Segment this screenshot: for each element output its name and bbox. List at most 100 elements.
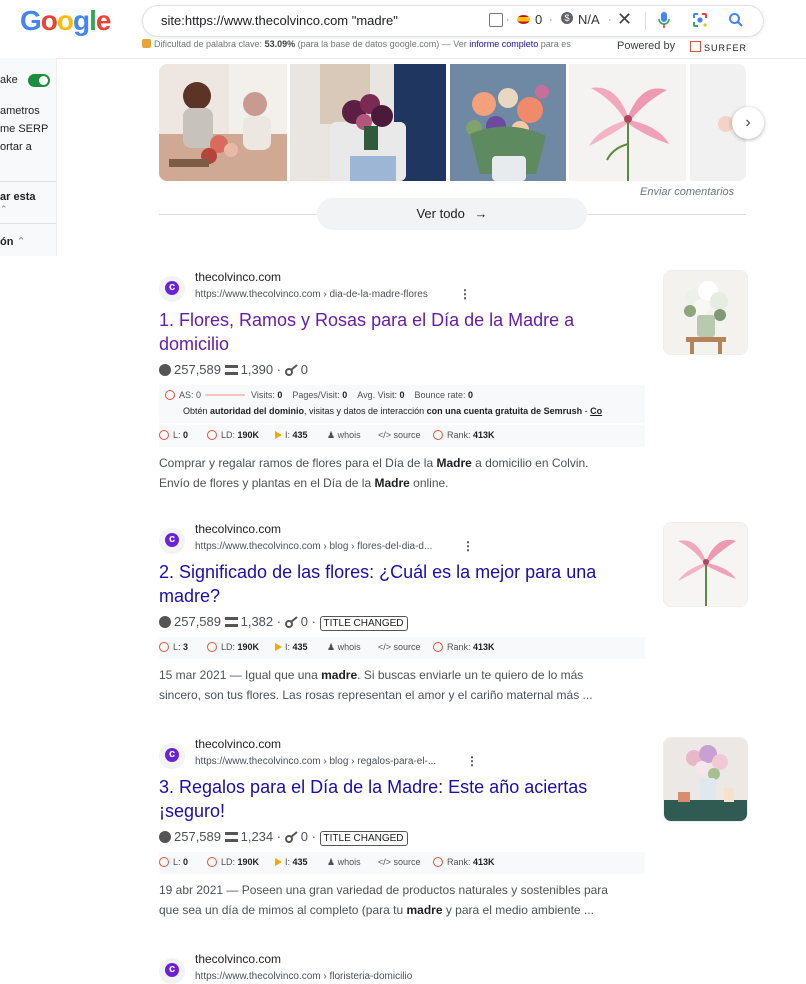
see-all-button[interactable]: Ver todo → <box>317 198 587 230</box>
separator: · <box>549 14 553 26</box>
favicon[interactable] <box>159 958 185 984</box>
snippet-bold: Madre <box>374 476 410 490</box>
panel-line: me SERP <box>0 123 49 135</box>
chevron-up-icon[interactable]: ⌃ <box>0 204 8 215</box>
traffic-icon <box>159 616 171 628</box>
favicon[interactable] <box>159 528 185 554</box>
result-thumbnail[interactable] <box>663 270 748 355</box>
toggle-switch[interactable] <box>28 74 50 87</box>
metric-label: I: <box>285 857 293 867</box>
source-link[interactable]: </> source <box>378 430 421 440</box>
result-thumbnail[interactable] <box>663 522 748 607</box>
metric-value: 435 <box>292 857 308 867</box>
image-thumb-pink-lily[interactable] <box>569 64 686 181</box>
panel-item[interactable]: ón ⌃ <box>0 235 26 248</box>
semrush-signup-link[interactable]: Co <box>590 406 602 416</box>
metric-value: 190K <box>237 430 260 440</box>
rank-metric: Rank: 413K <box>433 642 495 652</box>
whois-link[interactable]: ♟ whois <box>327 857 361 868</box>
result-metrics: 257,589 1,234 · 0 · TITLE CHANGED <box>159 829 408 846</box>
moz-metrics-row: L: 0 LD: 190K I: 435 ♟ whois </> source Rank:… <box>159 425 645 447</box>
result-snippet: 15 mar 2021 — Igual que una madre. Si bu… <box>159 665 639 705</box>
circle-icon <box>207 642 217 652</box>
whois-link[interactable]: ♟ whois <box>327 642 361 653</box>
separator: · <box>608 14 612 26</box>
see-all-label: Ver todo <box>416 206 465 221</box>
panel-item[interactable]: ar esta <box>0 191 35 203</box>
separator: · <box>273 362 285 377</box>
metric-value: 0 <box>468 390 474 400</box>
title-line: ¡seguro! <box>159 801 226 821</box>
result-site-name[interactable]: thecolvinco.com <box>195 270 281 284</box>
source-label: source <box>393 857 421 867</box>
kd-value: 53.09% <box>264 39 296 49</box>
result-url[interactable]: https://www.thecolvinco.com › blog › reg… <box>195 756 436 767</box>
metric-value: 0 <box>399 390 405 400</box>
snippet-text: . Si buscas enviarle un te quiero de lo … <box>357 668 584 682</box>
search-result: thecolvinco.com https://www.thecolvinco.c… <box>159 522 649 722</box>
divider <box>0 223 56 224</box>
left-side-panel: ake ametros me SERP ortar a ar esta ⌃ ón… <box>0 58 57 256</box>
google-logo[interactable]: Google <box>20 5 111 37</box>
checkbox[interactable] <box>489 13 503 27</box>
result-site-name[interactable]: thecolvinco.com <box>195 952 281 966</box>
key-icon <box>284 616 298 628</box>
search-icon[interactable] <box>727 11 745 34</box>
more-options-icon[interactable]: ⋮ <box>459 287 471 301</box>
result-site-name[interactable]: thecolvinco.com <box>195 737 281 751</box>
separator: · <box>307 829 320 844</box>
word-count-icon <box>224 365 238 375</box>
result-url[interactable]: https://www.thecolvinco.com › blog › flo… <box>195 541 432 552</box>
result-title-link[interactable]: 1. Flores, Ramos y Rosas para el Día de … <box>159 308 629 356</box>
surfer-brand[interactable]: SURFER <box>690 41 747 53</box>
result-title-link[interactable]: 2. Significado de las flores: ¿Cuál es l… <box>159 560 629 608</box>
search-input[interactable]: site:https://www.thecolvinco.com "madre" <box>161 13 398 28</box>
source-link[interactable]: </> source <box>378 642 421 652</box>
favicon[interactable] <box>159 743 185 769</box>
search-box[interactable]: site:https://www.thecolvinco.com "madre"… <box>142 5 764 37</box>
metric-value: 413K <box>473 642 495 652</box>
code-icon: </> <box>378 430 394 440</box>
index-metric: I: 435 <box>275 857 308 867</box>
source-link[interactable]: </> source <box>378 857 421 867</box>
snippet-text: que sea un día de mimos al completo (par… <box>159 903 407 917</box>
whois-link[interactable]: ♟ whois <box>327 430 361 441</box>
divider <box>645 12 646 30</box>
lens-icon[interactable] <box>691 11 709 34</box>
more-options-icon[interactable]: ⋮ <box>462 539 474 553</box>
snippet-bold: madre <box>321 668 358 682</box>
result-thumbnail[interactable] <box>663 737 748 822</box>
mic-icon[interactable] <box>657 11 671 34</box>
moz-metrics-row: L: 0 LD: 190K I: 435 ♟ whois </> source Rank:… <box>159 852 645 874</box>
panel-item-label: ón <box>0 236 14 248</box>
metric-label: Rank: <box>447 857 474 867</box>
toggle-label: ake <box>0 74 18 86</box>
image-thumb-colorful-bouquet[interactable] <box>450 64 566 181</box>
authority-score: AS: 0 <box>179 390 202 400</box>
cta-bold: con una cuenta gratuita de Semrush <box>426 406 583 416</box>
image-thumb-woman-flowers[interactable] <box>159 64 287 181</box>
circle-icon <box>207 430 217 440</box>
result-url[interactable]: https://www.thecolvinco.com › dia-de-la-… <box>195 289 428 300</box>
image-thumb-bouquet[interactable] <box>290 64 446 181</box>
result-title-link[interactable]: 3. Regalos para el Día de la Madre: Este… <box>159 775 629 823</box>
favicon[interactable] <box>159 276 185 302</box>
code-icon: </> <box>378 857 394 867</box>
rank-metric: Rank: 413K <box>433 430 495 440</box>
more-options-icon[interactable]: ⋮ <box>466 754 478 768</box>
circle-icon <box>207 857 217 867</box>
metric-value: 190K <box>237 642 260 652</box>
traffic-value: 257,589 <box>174 362 225 377</box>
result-site-name[interactable]: thecolvinco.com <box>195 522 281 536</box>
metric-label: LD: <box>221 857 238 867</box>
dollar-icon: $ <box>561 12 573 24</box>
snippet-bold: Madre <box>436 456 472 470</box>
full-report-link[interactable]: informe completo <box>469 39 538 49</box>
send-feedback-link[interactable]: Enviar comentarios <box>640 186 734 198</box>
logo-letter: g <box>73 5 90 36</box>
chevron-right-icon[interactable]: › <box>732 107 764 139</box>
separator: · <box>307 614 320 629</box>
kd-note: (para la base de datos google.com) — Ver <box>297 39 467 49</box>
close-icon[interactable]: ✕ <box>617 9 632 30</box>
backlinks-value: 0 <box>300 829 308 844</box>
